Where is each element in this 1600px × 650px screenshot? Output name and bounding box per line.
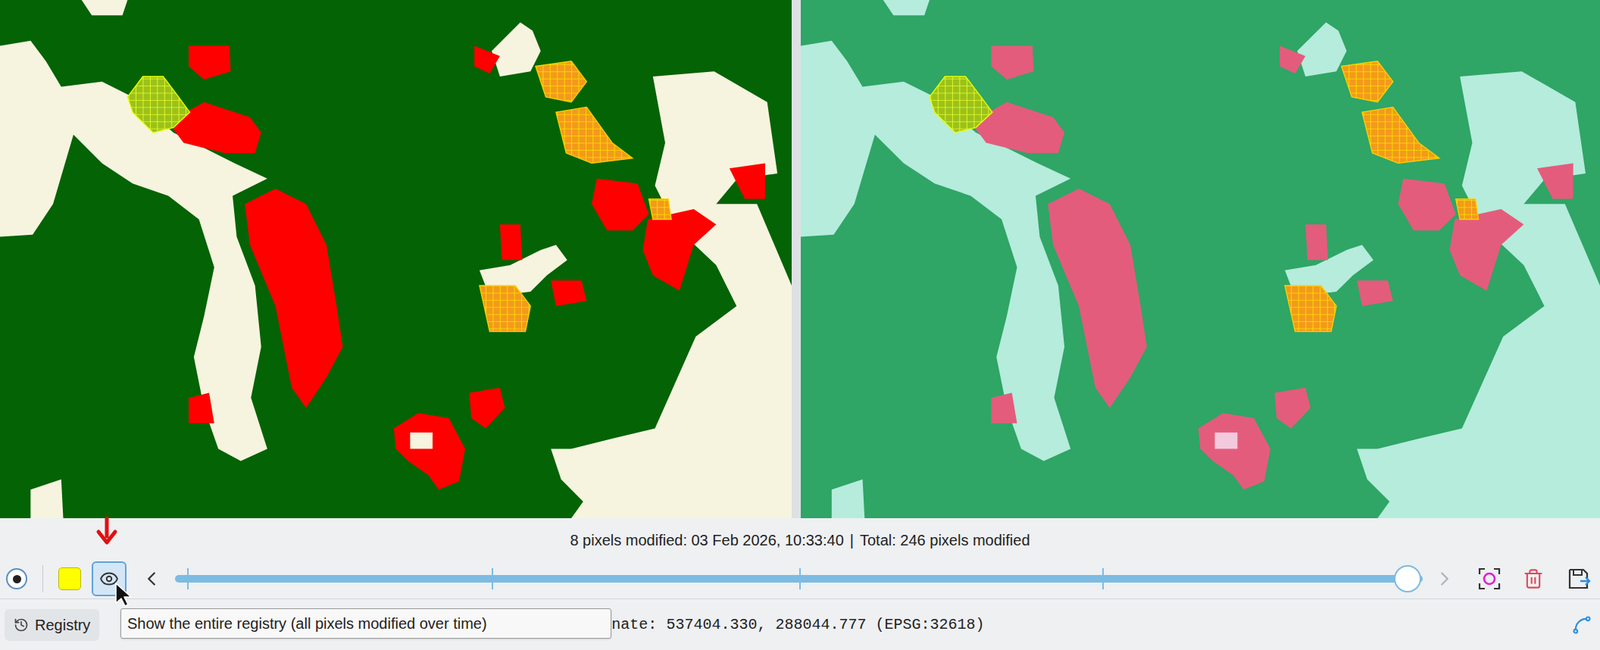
coordinate-text: dinate: 537404.330, 288044.777 (EPSG:326… xyxy=(593,613,985,637)
registry-button[interactable]: Registry xyxy=(4,609,100,641)
annotation-arrow-icon xyxy=(95,516,119,546)
snap-radio[interactable] xyxy=(6,568,28,590)
total-text: Total: 246 pixels modified xyxy=(859,528,1031,552)
next-icon[interactable] xyxy=(1433,567,1457,591)
classification-map[interactable] xyxy=(0,0,792,519)
classification-panel xyxy=(0,0,792,519)
status-line: 8 pixels modified: 03 Feb 2026, 10:33:40… xyxy=(0,518,1600,560)
zoom-to-selection-icon[interactable] xyxy=(1477,566,1502,591)
timeline-tick xyxy=(799,568,801,590)
mouse-cursor-icon xyxy=(114,581,133,608)
highlight-color-swatch[interactable] xyxy=(58,567,82,591)
previous-icon[interactable] xyxy=(140,567,163,591)
tooltip: Show the entire registry (all pixels mod… xyxy=(120,608,612,639)
last-change-text: 8 pixels modified: 03 Feb 2026, 10:33:40 xyxy=(569,528,844,552)
snap-radio-dot xyxy=(12,575,22,584)
timeline-tick xyxy=(491,568,494,590)
curve-icon[interactable] xyxy=(1571,614,1593,636)
timeline-thumb[interactable] xyxy=(1393,565,1422,593)
imagery-panel xyxy=(800,0,1600,519)
trash-icon[interactable] xyxy=(1522,568,1544,590)
history-icon xyxy=(13,617,29,633)
app: 8 pixels modified: 03 Feb 2026, 10:33:40… xyxy=(0,0,1600,650)
timeline-tick xyxy=(1102,568,1104,590)
timeline-slider[interactable] xyxy=(175,563,1423,594)
toolbar xyxy=(0,559,1600,599)
toolbar-separator xyxy=(42,565,44,593)
map-area xyxy=(0,0,1600,519)
save-icon[interactable] xyxy=(1566,566,1591,591)
status-separator: | xyxy=(850,528,854,552)
panel-divider[interactable] xyxy=(791,0,801,519)
imagery-map[interactable] xyxy=(800,0,1600,519)
timeline-tick xyxy=(187,568,189,590)
